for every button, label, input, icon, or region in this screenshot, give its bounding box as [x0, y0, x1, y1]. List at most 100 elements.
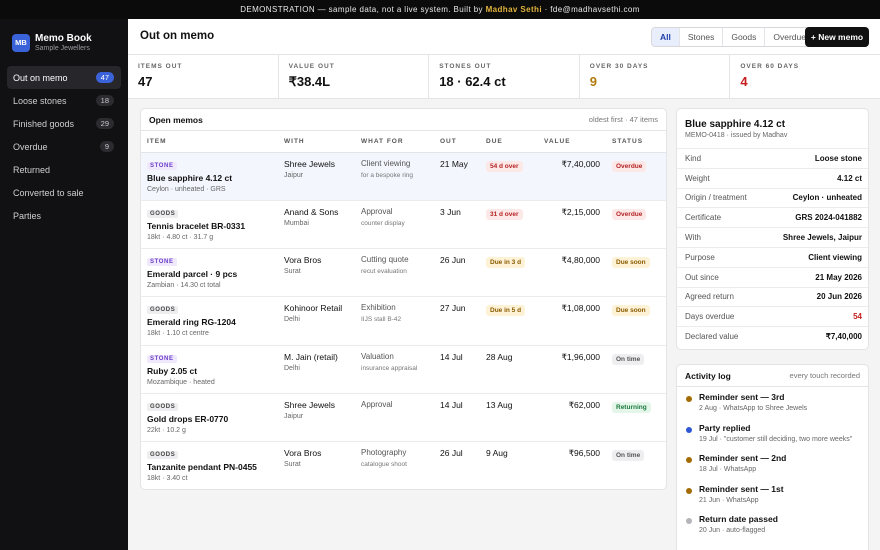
status-cell: Due soon	[606, 248, 666, 298]
activity-log-header: Activity log every touch recorded	[677, 365, 868, 387]
for-cell: Exhibition IIJS stall B-42	[355, 296, 434, 346]
value-cell: ₹4,80,000	[538, 248, 606, 298]
value-cell: ₹7,40,000	[538, 152, 606, 201]
detail-value: 21 May 2026	[815, 272, 862, 282]
kind-tag: GOODS	[147, 451, 179, 460]
sidebar-item-label: Overdue	[13, 141, 48, 152]
column-header-due[interactable]: DUE	[480, 131, 538, 153]
status-badge: Due soon	[612, 305, 650, 317]
open-memos-card: Open memos oldest first · 47 items ITEM …	[140, 108, 667, 490]
item-cell: GOODS Tennis bracelet BR-0331 18kt · 4.80 …	[141, 200, 278, 250]
sidebar-item-label: Loose stones	[13, 95, 67, 106]
detail-value: 54	[853, 312, 862, 322]
detail-value: 4.12 ct	[837, 173, 862, 183]
item-sub: 18kt · 1.10 ct centre	[147, 330, 209, 338]
detail-value: Shree Jewels, Jaipur	[782, 233, 862, 243]
activity-dot-icon	[686, 426, 692, 433]
out-date: 27 Jun	[434, 296, 480, 346]
sidebar-item-finished-goods[interactable]: Finished goods 29	[7, 112, 121, 135]
table-row[interactable]: GOODS Gold drops ER-0770 22kt · 10.2 g Shr…	[141, 393, 666, 443]
detail-label: Out since	[685, 272, 719, 282]
sidebar-item-returned[interactable]: Returned	[7, 158, 121, 181]
purpose-note: catalogue shoot	[361, 461, 407, 469]
activity-log-card: Activity log every touch recorded Remind…	[676, 364, 869, 550]
detail-label: Purpose	[685, 252, 715, 262]
column-header-item[interactable]: ITEM	[141, 131, 278, 153]
stat-value: ₹38.4L	[288, 74, 331, 89]
sidebar-item-converted-to-sale[interactable]: Converted to sale	[7, 181, 121, 204]
for-cell: Valuation insurance appraisal	[355, 345, 434, 394]
sidebar: MB Memo Book Sample Jewellers Out on mem…	[0, 19, 128, 550]
out-date: 21 May	[434, 152, 480, 201]
kind-tag: GOODS	[147, 209, 179, 218]
activity-dot-icon	[686, 457, 692, 463]
with-cell: Vora Bros Surat	[278, 248, 355, 298]
item-name: Emerald ring RG-1204	[147, 317, 236, 328]
detail-value: 20 Jun 2026	[816, 292, 862, 302]
table-row[interactable]: STONE Blue sapphire 4.12 ct Ceylon · unhea…	[141, 152, 666, 201]
detail-value: GRS 2024-041882	[795, 213, 862, 223]
out-date: 14 Jul	[434, 393, 480, 443]
banner-author[interactable]: Madhav Sethi	[486, 5, 542, 14]
purpose-note: IIJS stall B-42	[361, 316, 402, 324]
detail-row-purpose: Purpose Client viewing	[677, 246, 868, 267]
table-row[interactable]: STONE Emerald parcel · 9 pcs Zambian · 14.…	[141, 248, 666, 298]
due-cell: Due in 5 d	[480, 296, 538, 346]
filter-stones[interactable]: Stones	[678, 28, 722, 46]
column-header-out[interactable]: OUT	[434, 131, 480, 153]
open-memos-sort[interactable]: oldest first · 47 items	[589, 115, 658, 124]
party-city: Surat	[284, 461, 301, 469]
page-title: Out on memo	[140, 30, 215, 42]
activity-item: Reminder sent — 2nd 18 Jul · WhatsApp	[685, 453, 860, 484]
column-header-with[interactable]: WITH	[278, 131, 355, 153]
sidebar-item-loose-stones[interactable]: Loose stones 18	[7, 89, 121, 112]
activity-sub: 2 Aug · WhatsApp to Shree Jewels	[699, 405, 808, 412]
activity-item: Party replied 19 Jul · "customer still de…	[685, 423, 860, 454]
due-cell: Due in 3 d	[480, 248, 538, 298]
table-row[interactable]: GOODS Tanzanite pendant PN-0455 18kt · 3.4…	[141, 441, 666, 489]
detail-label: Agreed return	[685, 292, 734, 302]
table-row[interactable]: GOODS Tennis bracelet BR-0331 18kt · 4.80 …	[141, 200, 666, 250]
activity-sub: 18 Jul · WhatsApp	[699, 466, 757, 473]
kind-tag: STONE	[147, 354, 177, 363]
due-badge: Due in 5 d	[486, 305, 526, 317]
party-city: Surat	[284, 268, 301, 276]
stat-value-out: VALUE OUT ₹38.4L	[277, 55, 429, 98]
with-cell: Shree Jewels Jaipur	[278, 152, 355, 201]
banner-contact: · fde@madhavsethi.com	[544, 5, 640, 14]
detail-subtitle: MEMO-0418 · issued by Madhav	[685, 132, 788, 139]
column-header-status[interactable]: STATUS	[606, 131, 666, 153]
memo-detail-card: Blue sapphire 4.12 ct MEMO-0418 · issued…	[676, 108, 869, 350]
status-badge: Overdue	[612, 160, 647, 172]
filter-all[interactable]: All	[652, 28, 679, 46]
party-city: Delhi	[284, 316, 300, 324]
table-row[interactable]: STONE Ruby 2.05 ct Mozambique · heated M. …	[141, 345, 666, 394]
party-name: Vora Bros	[284, 255, 322, 266]
sidebar-item-label: Returned	[13, 164, 51, 175]
activity-sub: 21 Jun · WhatsApp	[699, 496, 759, 504]
table-row[interactable]: GOODS Emerald ring RG-1204 18kt · 1.10 ct …	[141, 296, 666, 346]
status-cell: On time	[606, 441, 666, 489]
detail-label: Weight	[685, 173, 710, 183]
detail-row-out-since: Out since 21 May 2026	[677, 266, 868, 287]
kind-tag: STONE	[147, 161, 177, 170]
activity-list: Reminder sent — 3rd 2 Aug · WhatsApp to S…	[677, 387, 868, 545]
sidebar-item-out-on-memo[interactable]: Out on memo 47	[7, 66, 121, 89]
column-header-what-for[interactable]: WHAT FOR	[355, 131, 434, 153]
detail-row-origin: Origin / treatment Ceylon · unheated	[677, 187, 868, 208]
column-header-value[interactable]: VALUE	[538, 131, 606, 153]
purpose: Valuation	[361, 351, 394, 361]
filter-goods[interactable]: Goods	[722, 28, 764, 46]
sidebar-item-overdue[interactable]: Overdue 9	[7, 135, 121, 158]
item-sub: Mozambique · heated	[147, 378, 215, 386]
detail-label: Certificate	[685, 213, 722, 223]
item-name: Ruby 2.05 ct	[147, 365, 198, 376]
party-city: Jaipur	[284, 171, 304, 179]
new-memo-button[interactable]: + New memo	[805, 27, 869, 47]
detail-row-declared-value: Declared value ₹7,40,000	[677, 326, 868, 346]
sidebar-item-parties[interactable]: Parties	[7, 204, 121, 227]
party-name: Vora Bros	[284, 448, 322, 459]
detail-label: Days overdue	[685, 312, 735, 322]
with-cell: M. Jain (retail) Delhi	[278, 345, 355, 394]
with-cell: Shree Jewels Jaipur	[278, 393, 355, 443]
